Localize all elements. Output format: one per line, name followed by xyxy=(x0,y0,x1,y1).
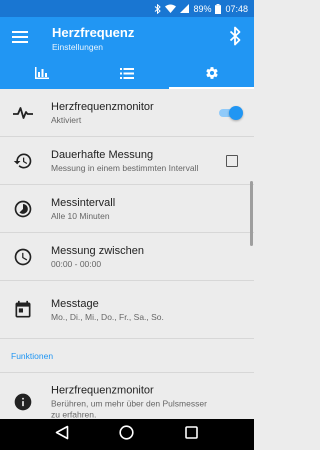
section-header-functions: Funktionen xyxy=(0,339,254,373)
scrollbar[interactable] xyxy=(250,181,253,246)
setting-title: Dauerhafte Messung xyxy=(51,148,154,161)
setting-subtitle: 00:00 - 00:00 xyxy=(51,258,102,269)
heart-rate-monitor-toggle[interactable] xyxy=(219,105,243,120)
bar-chart-icon xyxy=(35,66,50,84)
info-icon xyxy=(12,391,34,413)
bluetooth-icon xyxy=(229,26,241,51)
menu-icon xyxy=(12,30,28,48)
setting-heart-rate-monitor[interactable]: Herzfrequenzmonitor Aktiviert xyxy=(0,89,254,137)
app-title: Herzfrequenz xyxy=(52,25,135,40)
recents-button[interactable] xyxy=(180,423,204,447)
system-nav-bar xyxy=(0,419,254,450)
bluetooth-button[interactable] xyxy=(225,26,245,50)
home-button[interactable] xyxy=(115,423,139,447)
app-subtitle: Einstellungen xyxy=(52,42,104,52)
back-icon xyxy=(55,425,69,445)
function-heart-rate-monitor-info[interactable]: Herzfrequenzmonitor Berühren, um mehr üb… xyxy=(0,373,254,419)
setting-subtitle: Mo., Di., Mi., Do., Fr., Sa., So. xyxy=(51,311,164,322)
setting-subtitle: Alle 10 Minuten xyxy=(51,210,110,221)
setting-title: Herzfrequenzmonitor xyxy=(51,100,154,113)
heartbeat-icon xyxy=(12,102,34,124)
setting-measurement-interval[interactable]: Messintervall Alle 10 Minuten xyxy=(0,185,254,233)
setting-subtitle: Messung in einem bestimmten Intervall xyxy=(51,162,199,173)
setting-measurement-between[interactable]: Messung zwischen 00:00 - 00:00 xyxy=(0,233,254,281)
setting-continuous-measurement[interactable]: Dauerhafte Messung Messung in einem best… xyxy=(0,137,254,185)
setting-title: Messung zwischen xyxy=(51,244,144,257)
battery-percent: 89% xyxy=(193,3,212,14)
clock-icon xyxy=(12,246,34,268)
function-title: Herzfrequenzmonitor xyxy=(51,384,154,396)
tab-settings[interactable] xyxy=(169,61,254,89)
app-title-block: Herzfrequenz Einstellungen xyxy=(52,24,134,53)
setting-title: Messtage xyxy=(51,297,99,310)
bluetooth-status-icon xyxy=(154,3,162,14)
calendar-icon xyxy=(12,299,34,321)
settings-icon xyxy=(205,66,219,85)
list-icon xyxy=(120,66,134,84)
settings-list: Herzfrequenzmonitor Aktiviert Dauerhafte… xyxy=(0,89,254,419)
tab-list[interactable] xyxy=(85,61,170,89)
setting-measurement-days[interactable]: Messtage Mo., Di., Mi., Do., Fr., Sa., S… xyxy=(0,281,254,339)
battery-icon xyxy=(215,3,222,14)
continuous-measurement-checkbox[interactable] xyxy=(226,154,238,167)
recents-icon xyxy=(185,425,198,444)
timelapse-icon xyxy=(12,198,34,220)
status-bar: 89% 07:48 xyxy=(0,0,254,17)
tab-bar xyxy=(0,61,254,89)
signal-icon xyxy=(180,4,190,13)
wifi-icon xyxy=(165,4,177,13)
menu-button[interactable] xyxy=(9,28,31,50)
back-button[interactable] xyxy=(50,423,74,447)
setting-title: Messintervall xyxy=(51,196,116,209)
status-time: 07:48 xyxy=(225,3,248,14)
setting-subtitle: Aktiviert xyxy=(51,114,82,125)
function-subtitle: Berühren, um mehr über den Pulsmesser zu… xyxy=(51,398,207,419)
tab-statistics[interactable] xyxy=(0,61,85,89)
app-bar: Herzfrequenz Einstellungen xyxy=(0,17,254,61)
history-icon xyxy=(12,150,34,172)
home-icon xyxy=(119,424,135,445)
